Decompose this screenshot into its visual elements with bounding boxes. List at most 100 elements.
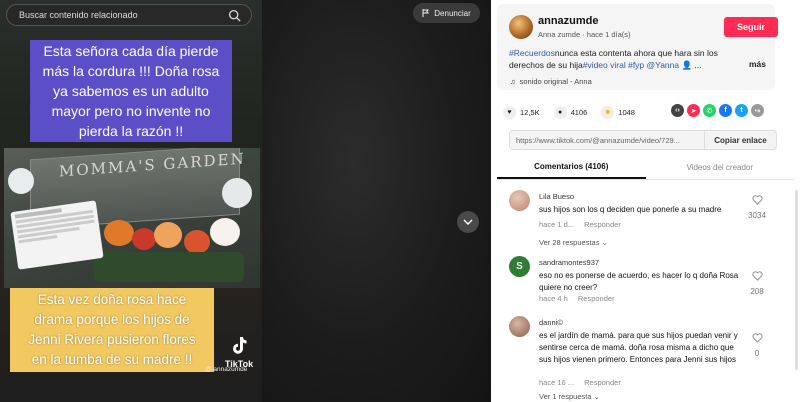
- sound-label: sonido original - Anna: [519, 77, 592, 86]
- share-icons: ‹› ➤ ✆ f t ↪: [671, 104, 764, 117]
- comment-item: S sandramontes937 eso no es ponerse de a…: [509, 256, 779, 306]
- comment-meta: hace 1 d... Responder: [539, 220, 621, 229]
- comment-author[interactable]: Lila Bueso: [539, 192, 574, 201]
- facebook-icon[interactable]: f: [719, 104, 732, 117]
- caption-line: en la tumba de su madre !!: [31, 352, 193, 367]
- flag-icon: [422, 9, 430, 17]
- post-description: #Recuerdosnunca esta contenta ahora que …: [509, 47, 741, 71]
- next-video-button[interactable]: [457, 211, 479, 233]
- copy-link-button[interactable]: Copiar enlace: [704, 131, 776, 149]
- send-icon[interactable]: ➤: [687, 104, 700, 117]
- embed-icon[interactable]: ‹›: [671, 104, 684, 117]
- more-button[interactable]: más: [749, 59, 766, 69]
- caption-line: Esta vez doña rosa hace: [37, 292, 187, 307]
- tab-comments[interactable]: Comentarios (4106): [497, 156, 646, 179]
- scrollbar[interactable]: [795, 190, 798, 370]
- comment-action[interactable]: ● 4106: [553, 105, 588, 119]
- comment-icon: ●: [553, 105, 567, 119]
- comment-like[interactable]: 3034: [745, 192, 769, 220]
- caption-line: pierda la razón !!: [36, 121, 226, 141]
- caption-line: Esta señora cada día pierde: [36, 41, 226, 61]
- music-note-icon: ♫: [510, 77, 516, 86]
- comment-item: Lila Bueso sus hijos son los q deciden q…: [509, 190, 779, 250]
- username[interactable]: annazumde: [538, 15, 599, 27]
- view-replies-button[interactable]: Ver 28 respuestas ⌄: [539, 238, 608, 247]
- reply-button[interactable]: Responder: [584, 220, 621, 229]
- heart-outline-icon: [751, 271, 763, 281]
- comment-author[interactable]: sandramontes937: [539, 258, 599, 267]
- comment-count: 4106: [570, 107, 588, 117]
- reply-button[interactable]: Responder: [584, 378, 621, 387]
- video-area: Buscar contenido relacionado Esta señora…: [0, 0, 491, 402]
- video-background-blur: [262, 0, 491, 402]
- heart-outline-icon: [751, 195, 763, 205]
- hashtag-link[interactable]: #Recuerdos: [509, 48, 555, 58]
- comment-like[interactable]: 0: [745, 330, 769, 358]
- whatsapp-icon[interactable]: ✆: [703, 104, 716, 117]
- comment-like-count: 208: [750, 287, 764, 296]
- caption-bottom: Esta vez doña rosa hace drama porque los…: [10, 288, 214, 372]
- caption-line: ya sabemos es un adulto: [36, 81, 226, 101]
- heart-icon: ♥: [503, 105, 516, 119]
- tiktok-watermark: TikTok: [224, 336, 254, 369]
- avatar-letter: S: [516, 261, 523, 272]
- report-label: Denunciar: [434, 8, 471, 18]
- follow-button[interactable]: Seguir: [724, 17, 778, 37]
- bookmark-icon: ■: [601, 105, 615, 119]
- reply-button[interactable]: Responder: [578, 294, 615, 303]
- sound-link[interactable]: ♫ sonido original - Anna: [510, 77, 592, 86]
- avatar[interactable]: S: [509, 256, 530, 277]
- avatar[interactable]: [509, 190, 530, 211]
- save-count: 1048: [618, 107, 635, 117]
- comment-like-count: 3034: [748, 211, 766, 220]
- like-action[interactable]: ♥ 12,5K: [503, 105, 540, 119]
- caption-line: mayor pero no invente no: [36, 101, 226, 121]
- hashtag-link[interactable]: #video viral: [583, 60, 626, 70]
- comment-time: hace 1 d...: [539, 220, 575, 229]
- chevron-down-icon: [463, 219, 473, 226]
- comment-meta: hace 4 h Responder: [539, 294, 615, 303]
- video-link[interactable]: https://www.tiktok.com/@annazumde/video/…: [516, 136, 696, 145]
- caption-line: drama porque los hijos de: [34, 312, 190, 327]
- save-action[interactable]: ■ 1048: [601, 105, 635, 119]
- search-icon[interactable]: [228, 9, 241, 22]
- caption-top: Esta señora cada día pierde más la cordu…: [30, 40, 232, 142]
- share-arrow-icon[interactable]: ↪: [751, 104, 764, 117]
- hashtag-link[interactable]: #fyp: [628, 60, 644, 70]
- tiktok-handle: @ annazumde: [205, 366, 248, 373]
- description-ellipsis: 👤 ...: [679, 60, 702, 70]
- comment-time: hace 16 ...: [539, 378, 575, 387]
- comment-text: eso no es ponerse de acuerdo, es hacer l…: [539, 271, 739, 292]
- details-panel: annazumde Anna zumde · hace 1 día(s) Seg…: [491, 0, 800, 402]
- note-card: [10, 200, 104, 270]
- action-bar: ♥ 12,5K ● 4106 ■ 1048: [503, 105, 649, 119]
- tab-bar: Comentarios (4106) Videos del creador: [497, 156, 794, 180]
- like-count: 12,5K: [520, 107, 540, 117]
- view-replies-button[interactable]: Ver 1 respuesta ⌄: [539, 392, 600, 401]
- tab-creator-videos[interactable]: Videos del creador: [646, 156, 795, 179]
- tiktok-logo-icon: [233, 337, 247, 354]
- comment-text: sus hijos son los q deciden que ponerle …: [539, 205, 722, 214]
- copy-link-row: https://www.tiktok.com/@annazumde/video/…: [509, 130, 777, 150]
- search-placeholder: Buscar contenido relacionado: [19, 10, 138, 20]
- caption-line: más la cordura !!! Doña rosa: [36, 61, 226, 81]
- post-subtitle: Anna zumde · hace 1 día(s): [538, 30, 631, 39]
- search-bar[interactable]: Buscar contenido relacionado: [6, 4, 252, 26]
- video-player[interactable]: Buscar contenido relacionado Esta señora…: [0, 0, 262, 402]
- comment-time: hace 4 h: [539, 294, 568, 303]
- avatar[interactable]: [509, 316, 530, 337]
- comment-text: es el jardín de mamá. para que sus hijos…: [539, 331, 738, 364]
- comment-item: danni© es el jardín de mamá. para que su…: [509, 316, 779, 401]
- grave-image: MOMMA'S GARDEN: [4, 148, 260, 288]
- heart-outline-icon: [751, 333, 763, 343]
- caption-line: Jenni Rivera pusieron flores: [28, 332, 196, 347]
- comment-like-count: 0: [754, 349, 760, 358]
- comment-author[interactable]: danni©: [539, 318, 563, 327]
- post-header: annazumde Anna zumde · hace 1 día(s) Seg…: [497, 4, 778, 90]
- comment-like[interactable]: 208: [745, 268, 769, 296]
- avatar[interactable]: [509, 15, 533, 39]
- report-button[interactable]: Denunciar: [413, 3, 480, 23]
- twitter-icon[interactable]: t: [735, 104, 748, 117]
- mention-link[interactable]: @Yanna: [644, 60, 680, 70]
- comment-meta: hace 16 ... Responder: [539, 378, 621, 387]
